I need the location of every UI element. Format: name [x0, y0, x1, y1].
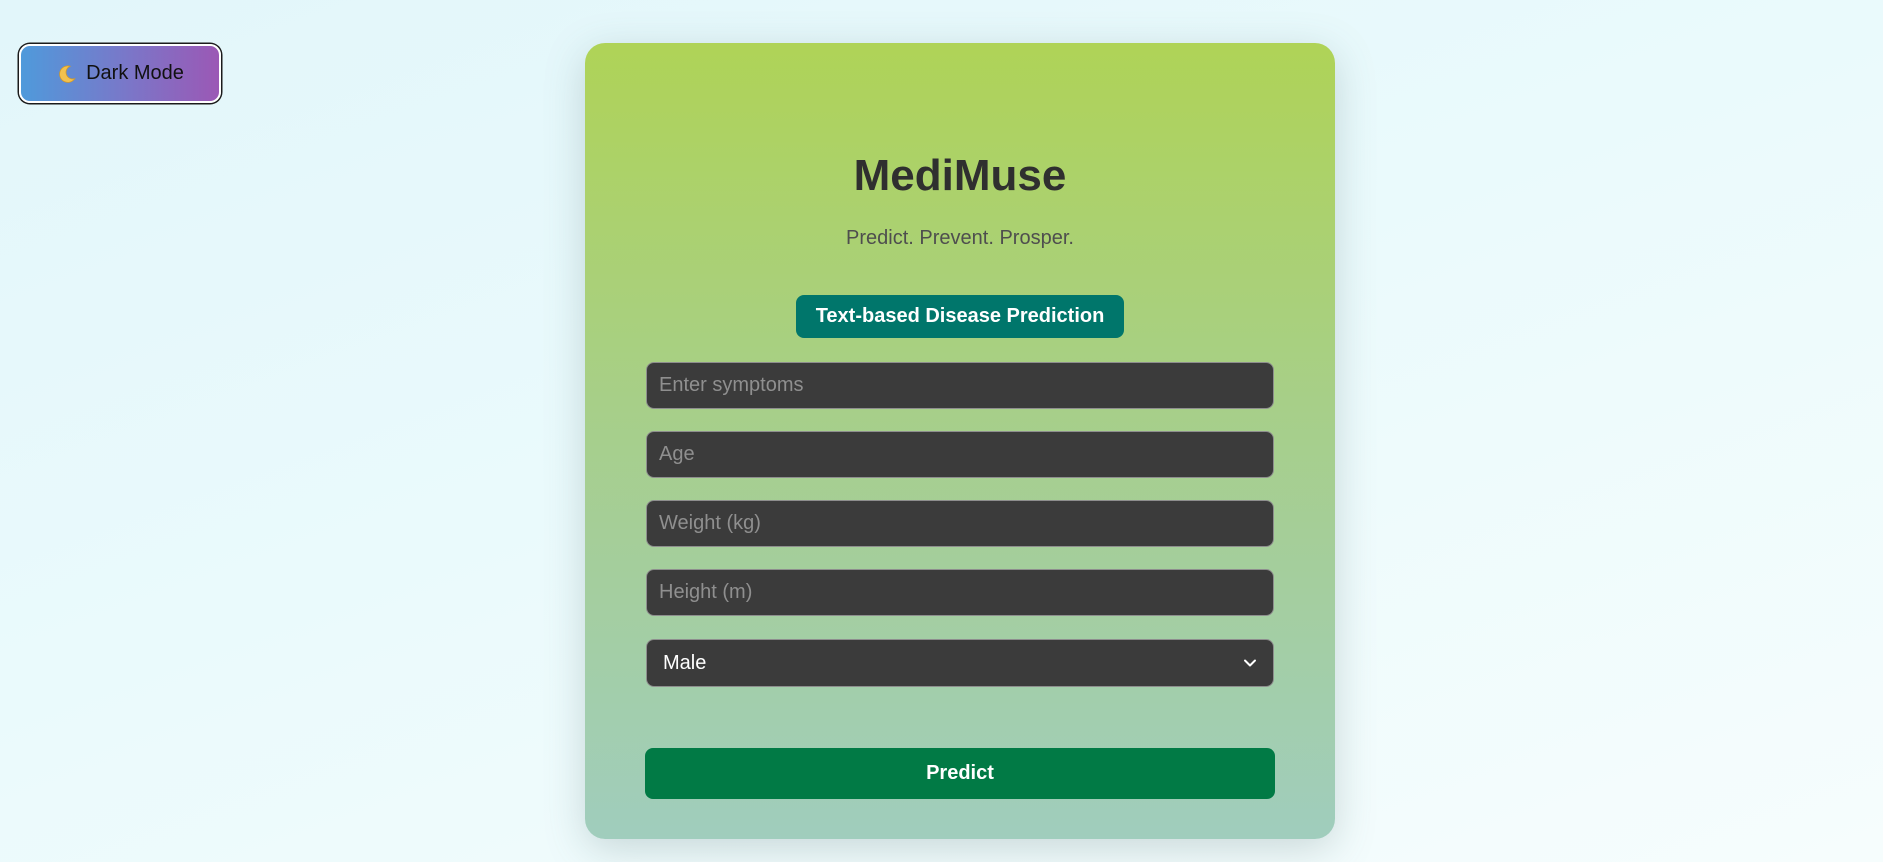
height-input[interactable]	[646, 569, 1274, 616]
gender-select[interactable]: Male	[646, 639, 1274, 687]
app-title: MediMuse	[853, 151, 1067, 200]
symptoms-input[interactable]	[646, 362, 1274, 409]
dark-mode-toggle-button[interactable]: Dark Mode	[19, 44, 221, 103]
moon-icon	[59, 65, 76, 83]
prediction-card: MediMuse Predict. Prevent. Prosper. Text…	[585, 43, 1335, 839]
age-input[interactable]	[646, 431, 1274, 478]
app-tagline: Predict. Prevent. Prosper.	[846, 227, 1074, 249]
section-title-badge: Text-based Disease Prediction	[796, 295, 1124, 338]
predict-button[interactable]: Predict	[645, 748, 1275, 799]
gender-select-value: Male	[663, 651, 707, 674]
dark-mode-label: Dark Mode	[86, 62, 184, 84]
weight-input[interactable]	[646, 500, 1274, 547]
chevron-down-icon	[1244, 659, 1256, 667]
